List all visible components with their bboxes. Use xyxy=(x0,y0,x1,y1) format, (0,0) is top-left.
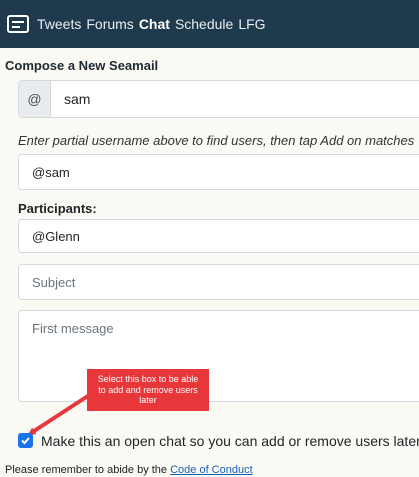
user-match-item[interactable]: @sam xyxy=(18,154,419,190)
nav-lfg[interactable]: LFG xyxy=(238,16,265,32)
nav-tweets[interactable]: Tweets xyxy=(37,16,81,32)
conduct-notice: Please remember to abide by the Code of … xyxy=(5,464,253,476)
nav-forums[interactable]: Forums xyxy=(86,16,133,32)
open-chat-checkbox[interactable] xyxy=(18,433,33,448)
conduct-notice-text: Please remember to abide by the xyxy=(5,464,171,476)
subject-input[interactable]: Subject xyxy=(18,264,419,300)
nav-schedule[interactable]: Schedule xyxy=(175,16,233,32)
nav-chat[interactable]: Chat xyxy=(139,16,170,32)
participant-item[interactable]: @Glenn xyxy=(18,219,419,253)
user-search-value[interactable]: sam xyxy=(51,91,90,107)
checkmark-icon xyxy=(21,437,30,445)
code-of-conduct-link[interactable]: Code of Conduct xyxy=(170,464,253,476)
search-hint: Enter partial username above to find use… xyxy=(18,133,415,148)
app-logo-icon[interactable] xyxy=(7,15,29,33)
open-chat-label: Make this an open chat so you can add or… xyxy=(41,433,419,449)
message-textarea[interactable]: First message xyxy=(18,310,419,402)
participants-label: Participants: xyxy=(18,201,97,216)
annotation-callout: Select this box to be able to add and re… xyxy=(87,369,209,411)
page-title: Compose a New Seamail xyxy=(5,58,159,73)
user-search-input[interactable]: @ sam xyxy=(18,80,419,118)
navbar: Tweets Forums Chat Schedule LFG xyxy=(0,0,419,48)
at-prefix: @ xyxy=(19,81,51,117)
